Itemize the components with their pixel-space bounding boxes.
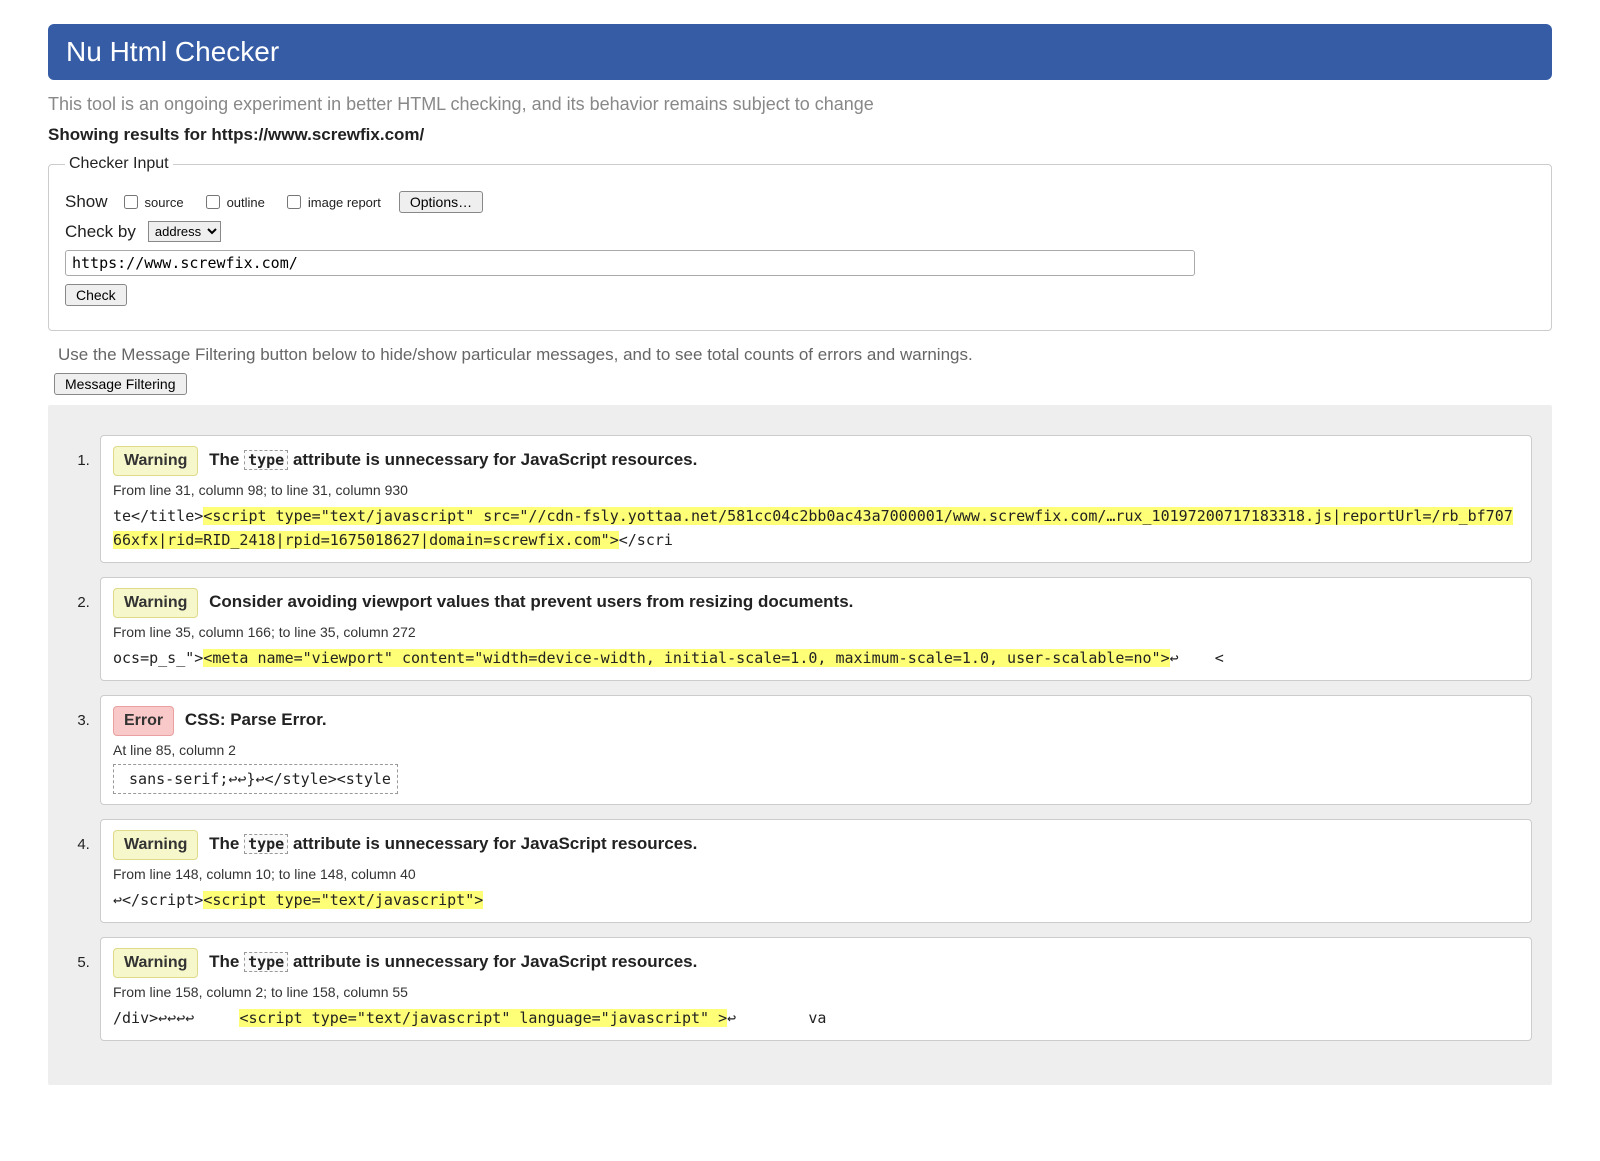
message-item: Warning The type attribute is unnecessar… xyxy=(94,435,1532,563)
image-report-checkbox[interactable] xyxy=(287,195,301,209)
message-card: Warning The type attribute is unnecessar… xyxy=(100,937,1532,1041)
extract-highlight: <script type="text/javascript" src="//cd… xyxy=(113,507,1513,549)
message-header: Warning The type attribute is unnecessar… xyxy=(113,830,1519,860)
message-extract: ↩</script><script type="text/javascript"… xyxy=(113,888,1519,912)
message-card: Warning The type attribute is unnecessar… xyxy=(100,819,1532,923)
message-text: Consider avoiding viewport values that p… xyxy=(209,592,853,611)
message-text: attribute is unnecessary for JavaScript … xyxy=(288,450,697,469)
extract-pre: /div>↩↩↩↩ xyxy=(113,1009,239,1027)
extract-highlight: <meta name="viewport" content="width=dev… xyxy=(203,649,1169,667)
message-extract: sans-serif;↩↩}↩</style><style xyxy=(113,764,1519,794)
showing-results-url: https://www.screwfix.com/ xyxy=(211,125,424,144)
message-text: The xyxy=(209,834,244,853)
checker-input-fieldset: Checker Input Show source outline image … xyxy=(48,155,1552,331)
message-card: Error CSS: Parse Error. At line 85, colu… xyxy=(100,695,1532,805)
warning-badge: Warning xyxy=(113,948,198,978)
outline-checkbox[interactable] xyxy=(206,195,220,209)
attr-code: type xyxy=(244,450,288,470)
message-location: At line 85, column 2 xyxy=(113,742,1519,758)
showing-results-prefix: Showing results for xyxy=(48,125,211,144)
extract-highlight: <script type="text/javascript"> xyxy=(203,891,483,909)
message-text: The xyxy=(209,450,244,469)
message-header: Error CSS: Parse Error. xyxy=(113,706,1519,736)
url-row xyxy=(65,250,1535,276)
message-item: Warning Consider avoiding viewport value… xyxy=(94,577,1532,681)
show-label: Show xyxy=(65,192,108,212)
message-card: Warning The type attribute is unnecessar… xyxy=(100,435,1532,563)
message-item: Warning The type attribute is unnecessar… xyxy=(94,937,1532,1041)
attr-code: type xyxy=(244,952,288,972)
extract-highlight: <script type="text/javascript" language=… xyxy=(239,1009,727,1027)
message-location: From line 148, column 10; to line 148, c… xyxy=(113,866,1519,882)
message-header: Warning Consider avoiding viewport value… xyxy=(113,588,1519,618)
extract-pre: te</title> xyxy=(113,507,203,525)
page-header: Nu Html Checker xyxy=(48,24,1552,80)
attr-code: type xyxy=(244,834,288,854)
outline-checkbox-text: outline xyxy=(227,195,265,210)
message-header: Warning The type attribute is unnecessar… xyxy=(113,446,1519,476)
page-subtitle: This tool is an ongoing experiment in be… xyxy=(48,94,1552,115)
check-row: Check xyxy=(65,284,1535,306)
messages-list: Warning The type attribute is unnecessar… xyxy=(68,435,1532,1041)
image-report-checkbox-text: image report xyxy=(308,195,381,210)
check-by-select[interactable]: address xyxy=(148,221,221,242)
message-location: From line 35, column 166; to line 35, co… xyxy=(113,624,1519,640)
outline-checkbox-label[interactable]: outline xyxy=(202,192,265,212)
extract-pre: ↩</script> xyxy=(113,891,203,909)
image-report-checkbox-label[interactable]: image report xyxy=(283,192,381,212)
check-button[interactable]: Check xyxy=(65,284,127,306)
source-checkbox[interactable] xyxy=(124,195,138,209)
warning-badge: Warning xyxy=(113,830,198,860)
check-by-label: Check by xyxy=(65,222,136,242)
warning-badge: Warning xyxy=(113,446,198,476)
showing-results: Showing results for https://www.screwfix… xyxy=(48,125,1552,145)
message-filtering-button[interactable]: Message Filtering xyxy=(54,373,187,395)
message-location: From line 31, column 98; to line 31, col… xyxy=(113,482,1519,498)
results-area: Warning The type attribute is unnecessar… xyxy=(48,405,1552,1085)
url-input[interactable] xyxy=(65,250,1195,276)
message-location: From line 158, column 2; to line 158, co… xyxy=(113,984,1519,1000)
show-row: Show source outline image report Options… xyxy=(65,191,1535,213)
message-text: The xyxy=(209,952,244,971)
extract-post: </scri xyxy=(619,531,673,549)
source-checkbox-text: source xyxy=(145,195,184,210)
message-text: CSS: Parse Error. xyxy=(185,710,327,729)
page-title: Nu Html Checker xyxy=(66,36,279,67)
warning-badge: Warning xyxy=(113,588,198,618)
extract-post: ↩ < xyxy=(1170,649,1224,667)
extract-pre: ocs=p_s_"> xyxy=(113,649,203,667)
message-filtering-row: Message Filtering xyxy=(54,373,1552,395)
message-header: Warning The type attribute is unnecessar… xyxy=(113,948,1519,978)
checker-input-legend: Checker Input xyxy=(65,155,173,173)
message-extract: /div>↩↩↩↩ <script type="text/javascript"… xyxy=(113,1006,1519,1030)
filter-note: Use the Message Filtering button below t… xyxy=(58,345,1552,365)
error-badge: Error xyxy=(113,706,174,736)
message-extract: te</title><script type="text/javascript"… xyxy=(113,504,1519,552)
extract-boxed: sans-serif;↩↩}↩</style><style xyxy=(113,764,398,794)
source-checkbox-label[interactable]: source xyxy=(120,192,184,212)
message-item: Error CSS: Parse Error. At line 85, colu… xyxy=(94,695,1532,805)
message-card: Warning Consider avoiding viewport value… xyxy=(100,577,1532,681)
message-extract: ocs=p_s_"><meta name="viewport" content=… xyxy=(113,646,1519,670)
message-text: attribute is unnecessary for JavaScript … xyxy=(288,952,697,971)
extract-post: ↩ va xyxy=(727,1009,826,1027)
message-text: attribute is unnecessary for JavaScript … xyxy=(288,834,697,853)
options-button[interactable]: Options… xyxy=(399,191,483,213)
check-by-row: Check by address xyxy=(65,221,1535,242)
message-item: Warning The type attribute is unnecessar… xyxy=(94,819,1532,923)
